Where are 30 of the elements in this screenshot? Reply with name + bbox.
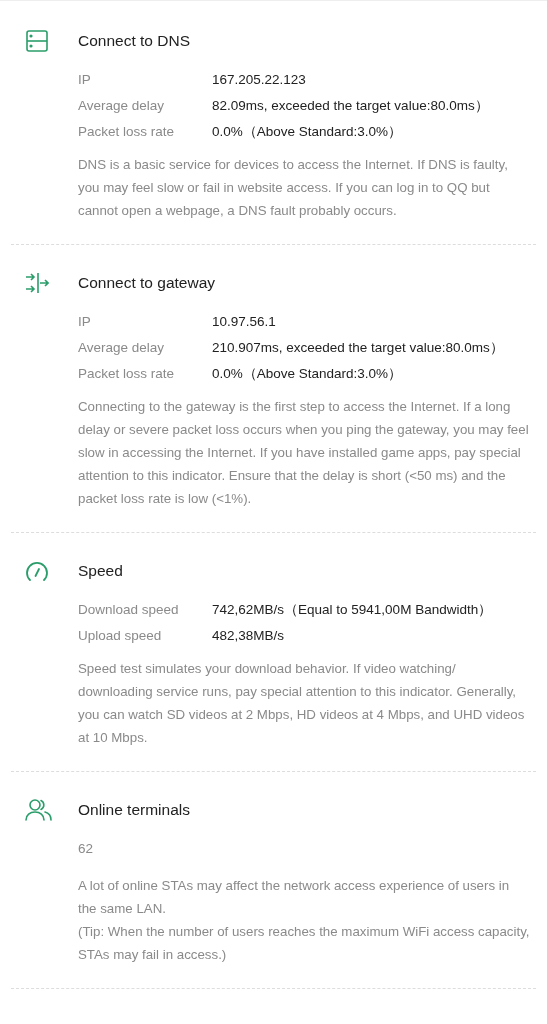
description-text: A lot of online STAs may affect the network access experience of users in the same LAN. xyxy=(78,877,511,918)
field-label: IP xyxy=(78,313,92,331)
description-text: Speed test simulates your download behavior. If video watching/ downloading service runs, pay special attention to this indicator. Generally, you can watch SD videos at 2 Mbps, HD videos at 4 Mbps, and UHD videos at 10 Mbps. xyxy=(78,660,526,747)
arrows-through-line-icon xyxy=(25,272,49,294)
field-label: IP xyxy=(78,71,92,89)
field-label: Upload speed xyxy=(78,627,163,645)
field-value: 0.0%（Above Standard:3.0%） xyxy=(212,365,404,383)
field-value: 82.09ms, exceeded the target value:80.0ms） xyxy=(212,97,490,115)
field-value: 210.907ms, exceeded the target value:80.0ms） xyxy=(212,339,505,357)
terminal-count: 62 xyxy=(78,840,95,858)
field-value: 482,38MB/s xyxy=(212,627,286,645)
section-title: Online terminals xyxy=(78,800,191,820)
field-value: 167.205.22.123 xyxy=(212,71,307,89)
server-icon xyxy=(25,29,49,53)
field-label: Download speed xyxy=(78,601,180,619)
description-text: (Tip: When the number of users reaches the maximum WiFi access capacity, STAs may fail in access.) xyxy=(78,923,531,964)
description-text: Connecting to the gateway is the first step to access the Internet. If a long delay or severe packet loss occurs when you ping the gateway, you may feel slow in accessing the Internet. If you have installed game apps, pay special attention to this indicator. Ensure that the delay is short (<50 ms) and the packet loss rate is low (<1%). xyxy=(78,398,530,508)
section-title: Connect to DNS xyxy=(78,31,191,51)
section-title: Speed xyxy=(78,561,124,581)
section-title: Connect to gateway xyxy=(78,273,216,293)
users-icon xyxy=(25,798,53,822)
field-label: Packet loss rate xyxy=(78,365,176,383)
field-value: 10.97.56.1 xyxy=(212,313,277,331)
field-label: Average delay xyxy=(78,97,166,115)
field-label: Packet loss rate xyxy=(78,123,176,141)
field-value: 0.0%（Above Standard:3.0%） xyxy=(212,123,404,141)
field-label: Average delay xyxy=(78,339,166,357)
field-value: 742,62MB/s（Equal to 5941,00M Bandwidth） xyxy=(212,601,494,619)
description-text: DNS is a basic service for devices to access the Internet. If DNS is faulty, you may feel slow or fail in website access. If you can log in to QQ but cannot open a webpage, a DNS fault probably occurs. xyxy=(78,156,509,220)
gauge-icon xyxy=(25,560,49,582)
